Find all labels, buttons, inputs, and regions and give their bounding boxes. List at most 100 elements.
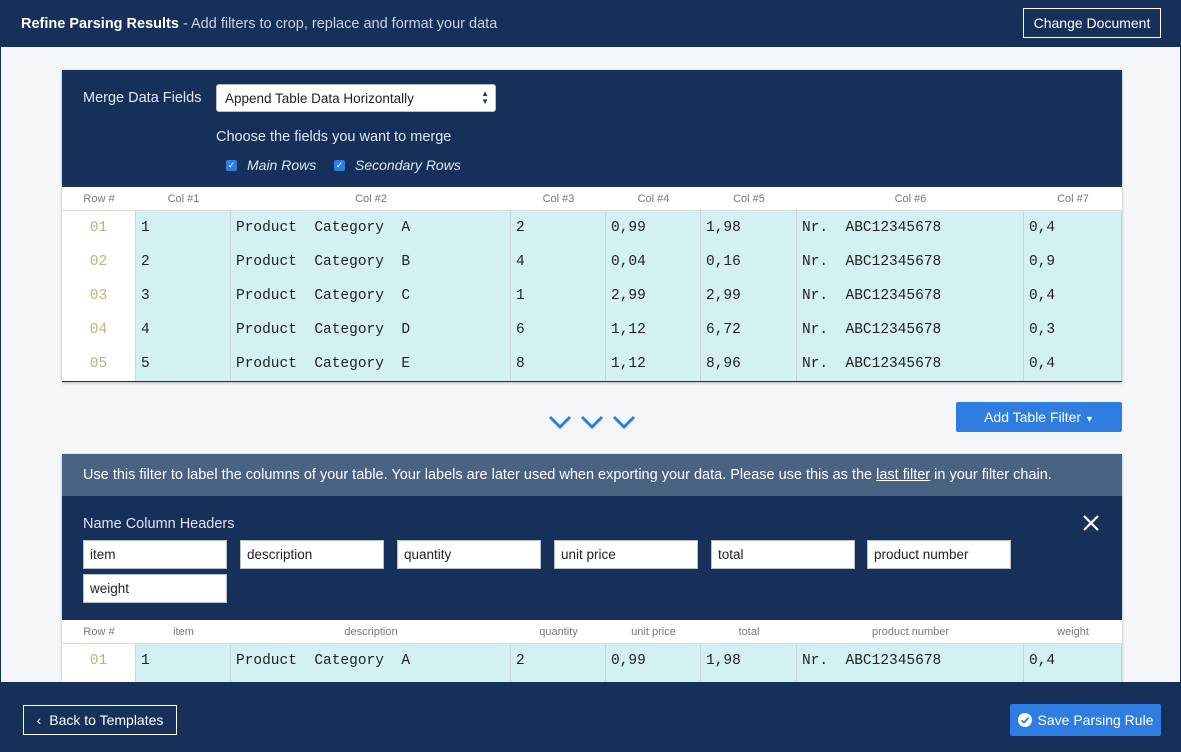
save-parsing-rule-button[interactable]: Save Parsing Rule [1010, 704, 1161, 736]
table-cell: Nr. ABC12345678 [797, 347, 1024, 381]
table-cell: Product Category E [231, 347, 511, 381]
table-cell: 0,4 [1024, 347, 1122, 381]
add-table-filter-button[interactable]: Add Table Filter ▼ [956, 402, 1122, 432]
column-header: product number [871, 626, 950, 638]
secondary-rows-checkbox[interactable]: ✓ Secondary Rows [334, 157, 461, 173]
table-cell: 2 [511, 644, 606, 678]
column-header: Col #5 [733, 193, 765, 205]
header-input-product-number[interactable] [867, 540, 1011, 569]
header-input-description[interactable] [240, 540, 384, 569]
column-header: Col #3 [542, 193, 575, 205]
table-row: 04 4 Product Category D 6 1,12 6,72 Nr. … [62, 313, 1122, 347]
filter-info-bar: Use this filter to label the columns of … [62, 454, 1122, 496]
column-header: quantity [539, 626, 578, 638]
table-cell: Product Category D [231, 313, 511, 347]
check-circle-icon [1017, 713, 1032, 727]
table-header: Row # Col #1 Col #2 Col #3 Col #4 Col #5… [62, 187, 1122, 211]
select-arrows-icon: ▲ ▼ [481, 89, 489, 106]
column-header: description [344, 626, 398, 638]
add-table-filter-label: Add Table Filter [984, 409, 1082, 425]
name-column-headers-label: Name Column Headers [83, 516, 235, 532]
row-number: 02 [62, 245, 136, 279]
chevron-down-icon [548, 415, 636, 430]
top-bar: Refine Parsing Results - Add filters to … [0, 0, 1181, 47]
main-rows-checkbox[interactable]: ✓ Main Rows [226, 157, 316, 173]
table-cell: 0,16 [701, 245, 797, 279]
column-header: Row # [83, 626, 115, 638]
column-header: weight [1057, 626, 1089, 638]
table-cell: 2 [136, 245, 231, 279]
table-row: 05 5 Product Category E 8 1,12 8,96 Nr. … [62, 347, 1122, 381]
table-cell: Nr. ABC12345678 [797, 211, 1024, 245]
table-cell: Product Category B [231, 245, 511, 279]
table-cell: 3 [136, 279, 231, 313]
row-number: 03 [62, 279, 136, 313]
row-number: 01 [62, 644, 136, 678]
table-cell: Product Category A [231, 211, 511, 245]
table-cell: 4 [511, 245, 606, 279]
close-icon[interactable] [1080, 512, 1102, 534]
row-number: 01 [62, 211, 136, 245]
table-cell: 1 [136, 644, 231, 678]
row-number: 05 [62, 347, 136, 381]
table-cell: 1,98 [701, 211, 797, 245]
header-input-total[interactable] [711, 540, 855, 569]
table-cell: 0,04 [606, 245, 701, 279]
table-cell: 0,4 [1024, 279, 1122, 313]
column-header: Col #2 [355, 193, 387, 205]
table-cell: 6 [511, 313, 606, 347]
column-header: total [738, 626, 760, 638]
column-headers-filter-card: Use this filter to label the columns of … [62, 454, 1122, 682]
table-cell: Product Category C [231, 279, 511, 313]
merge-label: Merge Data Fields [83, 90, 202, 106]
table-header: Row # item description quantity unit pri… [62, 620, 1122, 644]
choose-fields-text: Choose the fields you want to merge [216, 129, 452, 145]
row-number: 04 [62, 313, 136, 347]
back-to-templates-label: Back to Templates [49, 712, 164, 728]
table-cell: 6,72 [701, 313, 797, 347]
merge-select-value: Append Table Data Horizontally [225, 91, 414, 106]
table-cell: 8 [511, 347, 606, 381]
change-document-button[interactable]: Change Document [1023, 8, 1161, 38]
column-header: Row # [83, 193, 115, 205]
table-cell: 1,98 [701, 644, 797, 678]
merge-filter-card: Merge Data Fields Append Table Data Hori… [62, 70, 1122, 382]
table-cell: 0,99 [606, 644, 701, 678]
main-rows-label: Main Rows [247, 157, 317, 173]
table-cell: 5 [136, 347, 231, 381]
column-header: Col #4 [637, 193, 670, 205]
header-input-weight[interactable] [83, 574, 227, 603]
table-cell: 1,12 [606, 347, 701, 381]
filter-info-text-end: in your filter chain. [930, 467, 1052, 483]
last-filter-link[interactable]: last filter [876, 467, 930, 483]
table-cell: 1 [511, 279, 606, 313]
table-cell: Product Category A [231, 644, 511, 678]
column-header: Col #6 [894, 193, 927, 205]
table-cell: 8,96 [701, 347, 797, 381]
checkmark-icon: ✓ [226, 159, 237, 171]
chevron-left-icon: ‹ [36, 712, 42, 728]
header-input-unit-price[interactable] [554, 540, 698, 569]
table-cell: 0,99 [606, 211, 701, 245]
table-cell: 0,4 [1024, 211, 1122, 245]
merge-select[interactable]: Append Table Data Horizontally ▲ ▼ [216, 84, 496, 112]
table-cell: 0,9 [1024, 245, 1122, 279]
table-row: 02 2 Product Category B 4 0,04 0,16 Nr. … [62, 245, 1122, 279]
table-cell: Nr. ABC12345678 [797, 279, 1024, 313]
filter-info-text: Use this filter to label the columns of … [83, 467, 877, 483]
secondary-rows-label: Secondary Rows [355, 157, 461, 173]
table-row: 01 1 Product Category A 2 0,99 1,98 Nr. … [62, 644, 1122, 678]
column-header: unit price [631, 626, 676, 638]
table-cell: 4 [136, 313, 231, 347]
header-input-item[interactable] [83, 540, 227, 569]
back-to-templates-button[interactable]: ‹ Back to Templates [23, 705, 177, 735]
main-content: Merge Data Fields Append Table Data Hori… [0, 47, 1181, 682]
table-cell: 2,99 [606, 279, 701, 313]
column-header: Col #7 [1057, 193, 1089, 205]
table-cell: 0,4 [1024, 644, 1122, 678]
header-input-quantity[interactable] [397, 540, 541, 569]
column-header: Col #1 [167, 193, 200, 205]
table-cell: Nr. ABC12345678 [797, 644, 1024, 678]
table-cell: 0,3 [1024, 313, 1122, 347]
footer-bar: ‹ Back to Templates Save Parsing Rule [0, 682, 1181, 752]
